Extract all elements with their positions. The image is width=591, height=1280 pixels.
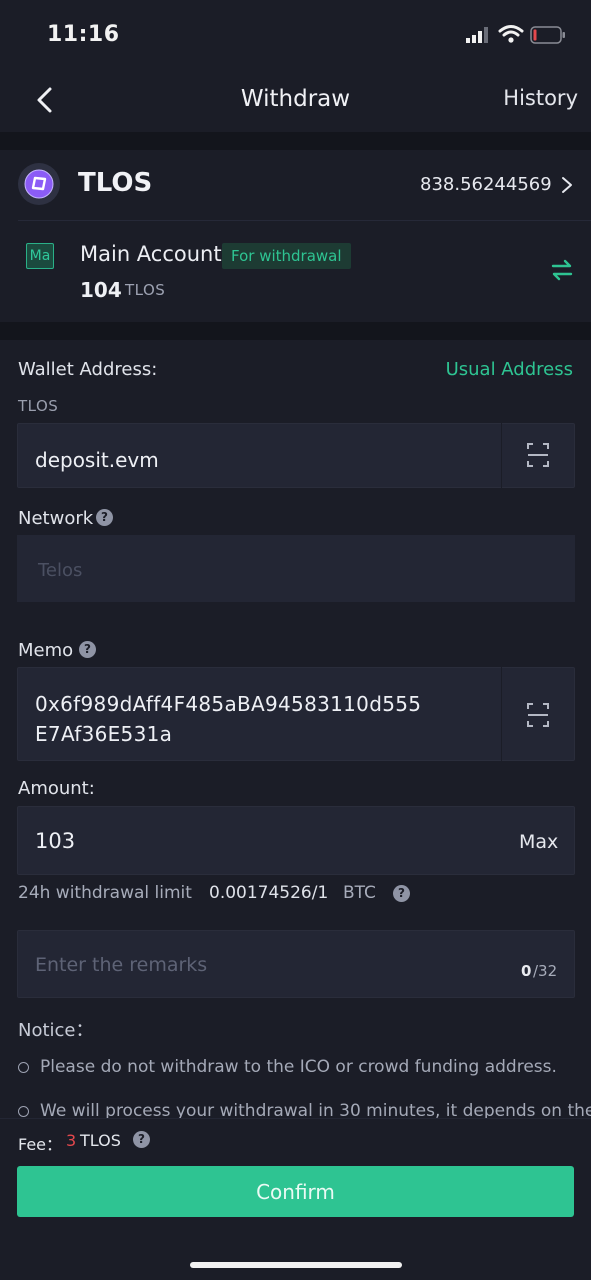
account-name: Main Account bbox=[80, 242, 222, 266]
max-button[interactable]: Max bbox=[519, 831, 558, 853]
scan-icon[interactable] bbox=[527, 703, 549, 727]
coin-label: TLOS bbox=[18, 397, 59, 415]
amount-field[interactable] bbox=[17, 806, 575, 875]
help-icon[interactable]: ? bbox=[79, 641, 96, 658]
memo-value-line1[interactable]: 0x6f989dAff4F485aBA94583110d555 bbox=[35, 692, 421, 716]
telos-logo-icon bbox=[18, 163, 60, 205]
confirm-button[interactable]: Confirm bbox=[17, 1166, 574, 1217]
signal-icon bbox=[466, 27, 488, 43]
history-link[interactable]: History bbox=[484, 86, 578, 110]
bullet-icon bbox=[18, 1062, 29, 1073]
status-time: 11:16 bbox=[47, 22, 120, 47]
swap-arrows-icon[interactable] bbox=[550, 258, 574, 282]
fee-label: Fee： bbox=[18, 1135, 63, 1154]
token-symbol: TLOS bbox=[78, 168, 153, 198]
amount-label: Amount: bbox=[18, 778, 95, 799]
account-amount: 104 bbox=[80, 278, 122, 302]
network-field bbox=[17, 535, 575, 602]
top-bar bbox=[0, 0, 591, 132]
field-divider bbox=[501, 423, 502, 488]
account-unit: TLOS bbox=[125, 281, 166, 299]
account-badge: Ma bbox=[26, 243, 54, 269]
memo-value-line2[interactable]: E7Af36E531a bbox=[35, 722, 172, 746]
help-icon[interactable]: ? bbox=[133, 1131, 150, 1148]
memo-label: Memo bbox=[18, 640, 74, 661]
home-indicator[interactable] bbox=[190, 1262, 402, 1268]
notice-title: Notice： bbox=[18, 1020, 94, 1041]
help-icon[interactable]: ? bbox=[393, 885, 410, 902]
fee-unit: TLOS bbox=[80, 1131, 121, 1150]
battery-icon bbox=[530, 26, 565, 44]
withdrawal-limit-value: 0.00174526/1 bbox=[209, 883, 329, 903]
remarks-max: /32 bbox=[533, 962, 558, 980]
wallet-address-value[interactable]: deposit.evm bbox=[35, 448, 159, 472]
network-label: Network bbox=[18, 508, 94, 529]
card-divider bbox=[18, 220, 591, 221]
help-icon[interactable]: ? bbox=[96, 509, 113, 526]
token-balance[interactable]: 838.56244569 bbox=[420, 174, 552, 195]
wifi-icon bbox=[498, 25, 524, 43]
remarks-count: 0 bbox=[521, 962, 532, 980]
withdrawal-limit-label: 24h withdrawal limit bbox=[18, 883, 192, 903]
account-tag: For withdrawal bbox=[222, 243, 351, 269]
withdrawal-limit-unit: BTC bbox=[343, 883, 376, 903]
chevron-right-icon[interactable] bbox=[560, 176, 574, 194]
notice-item: Please do not withdraw to the ICO or cro… bbox=[40, 1057, 557, 1077]
wallet-address-label: Wallet Address: bbox=[18, 359, 158, 380]
field-divider bbox=[501, 667, 502, 761]
fee-amount: 3 bbox=[66, 1131, 77, 1150]
bullet-icon bbox=[18, 1106, 29, 1117]
amount-value[interactable]: 103 bbox=[35, 829, 75, 853]
usual-address-link[interactable]: Usual Address bbox=[420, 359, 573, 380]
scan-icon[interactable] bbox=[527, 443, 549, 467]
remarks-input[interactable] bbox=[35, 951, 435, 979]
network-value: Telos bbox=[38, 560, 83, 581]
